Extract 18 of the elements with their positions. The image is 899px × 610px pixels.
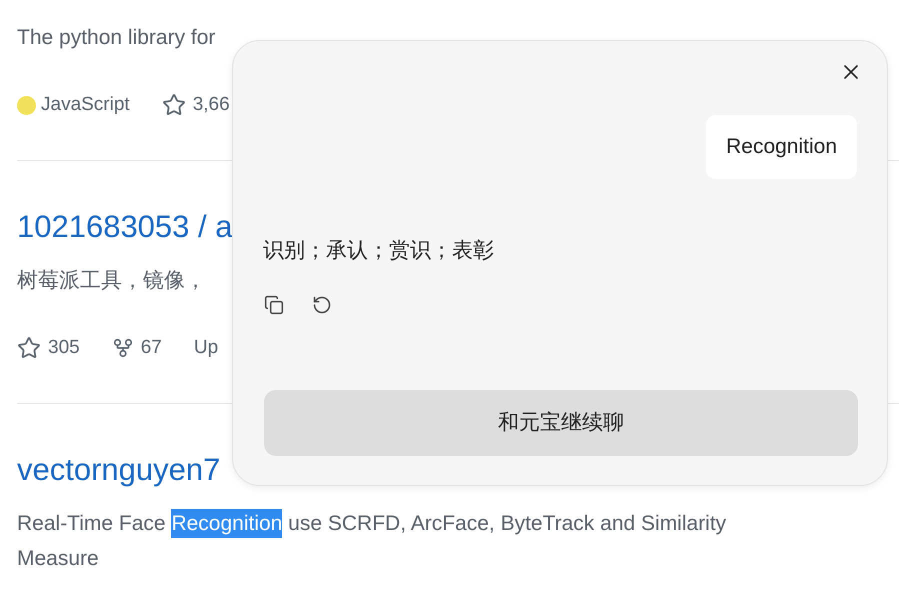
- star-count: 3,66: [192, 92, 230, 117]
- repo-description: The python library for: [17, 25, 216, 51]
- star-icon: [162, 93, 186, 117]
- fork-count: 67: [140, 336, 162, 360]
- query-bubble: Recognition: [706, 115, 857, 179]
- repo-title[interactable]: vectornguyen7: [17, 450, 220, 490]
- fork-icon: [112, 336, 134, 360]
- repo-title[interactable]: 1021683053 / a: [17, 207, 232, 247]
- continue-chat-button[interactable]: 和元宝继续聊: [264, 390, 858, 456]
- star-count: 305: [48, 336, 80, 360]
- star-icon: [17, 336, 41, 360]
- repo-description: 树莓派工具，镜像，: [17, 268, 206, 294]
- language-label: JavaScript: [41, 92, 130, 117]
- refresh-icon[interactable]: [312, 295, 332, 315]
- copy-icon[interactable]: [264, 295, 284, 315]
- updated-label: Up: [194, 336, 218, 360]
- translation-text: 识别；承认；赏识；表彰: [263, 238, 494, 264]
- repo-description: Real-Time Face Recognition use SCRFD, ArcFace, ByteTrack and Similarity Measure: [17, 506, 807, 576]
